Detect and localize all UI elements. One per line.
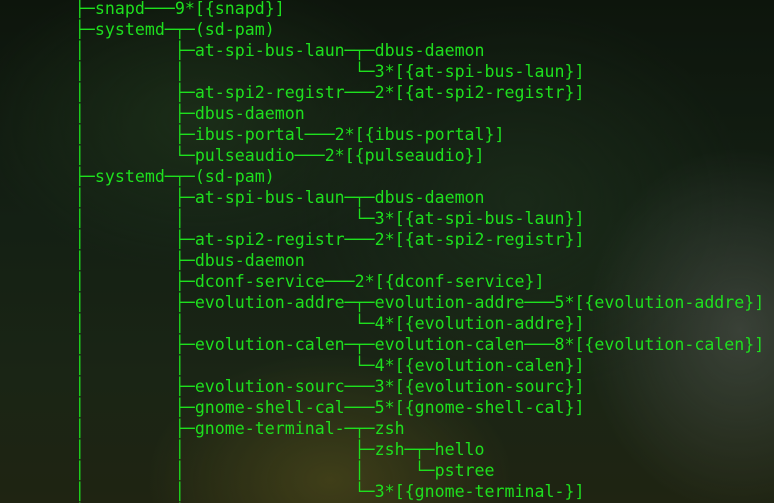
terminal-line: │ │ └─4*[{evolution-calen}] <box>5 356 585 375</box>
terminal-line: │ ├─evolution-addre─┬─evolution-addre───… <box>5 293 765 312</box>
terminal-line: ├─snapd───9*[{snapd}] <box>5 0 285 18</box>
terminal-line: │ ├─evolution-calen─┬─evolution-calen───… <box>5 335 765 354</box>
terminal-line: │ ├─at-spi2-registr───2*[{at-spi2-regist… <box>5 83 585 102</box>
terminal-line: │ ├─at-spi-bus-laun─┬─dbus-daemon <box>5 188 485 207</box>
terminal-line: │ ├─at-spi2-registr───2*[{at-spi2-regist… <box>5 230 585 249</box>
terminal-line: │ ├─dconf-service───2*[{dconf-service}] <box>5 272 545 291</box>
terminal-line: │ ├─gnome-shell-cal───5*[{gnome-shell-ca… <box>5 398 585 417</box>
terminal-line: │ ├─gnome-terminal-─┬─zsh <box>5 419 405 438</box>
terminal-line: │ │ │ └─pstree <box>5 461 495 480</box>
terminal-line: │ ├─at-spi-bus-laun─┬─dbus-daemon <box>5 41 485 60</box>
terminal-line: │ │ └─4*[{evolution-addre}] <box>5 314 585 333</box>
terminal-line: ├─systemd─┬─(sd-pam) <box>5 20 275 39</box>
terminal-line: ├─systemd─┬─(sd-pam) <box>5 167 275 186</box>
terminal-line: │ ├─ibus-portal───2*[{ibus-portal}] <box>5 125 505 144</box>
terminal-line: │ │ └─3*[{at-spi-bus-laun}] <box>5 62 585 81</box>
terminal-line: │ └─pulseaudio───2*[{pulseaudio}] <box>5 146 485 165</box>
terminal-line: │ ├─dbus-daemon <box>5 104 305 123</box>
terminal-line: │ │ ├─zsh─┬─hello <box>5 440 485 459</box>
terminal-window[interactable]: ├─snapd───9*[{snapd}] ├─systemd─┬─(sd-pa… <box>0 0 774 503</box>
terminal-line: │ ├─evolution-sourc───3*[{evolution-sour… <box>5 377 585 396</box>
terminal-line: │ │ └─3*[{at-spi-bus-laun}] <box>5 209 585 228</box>
terminal-line: │ ├─dbus-daemon <box>5 251 305 270</box>
terminal-line: │ │ └─3*[{gnome-terminal-}] <box>5 482 585 501</box>
